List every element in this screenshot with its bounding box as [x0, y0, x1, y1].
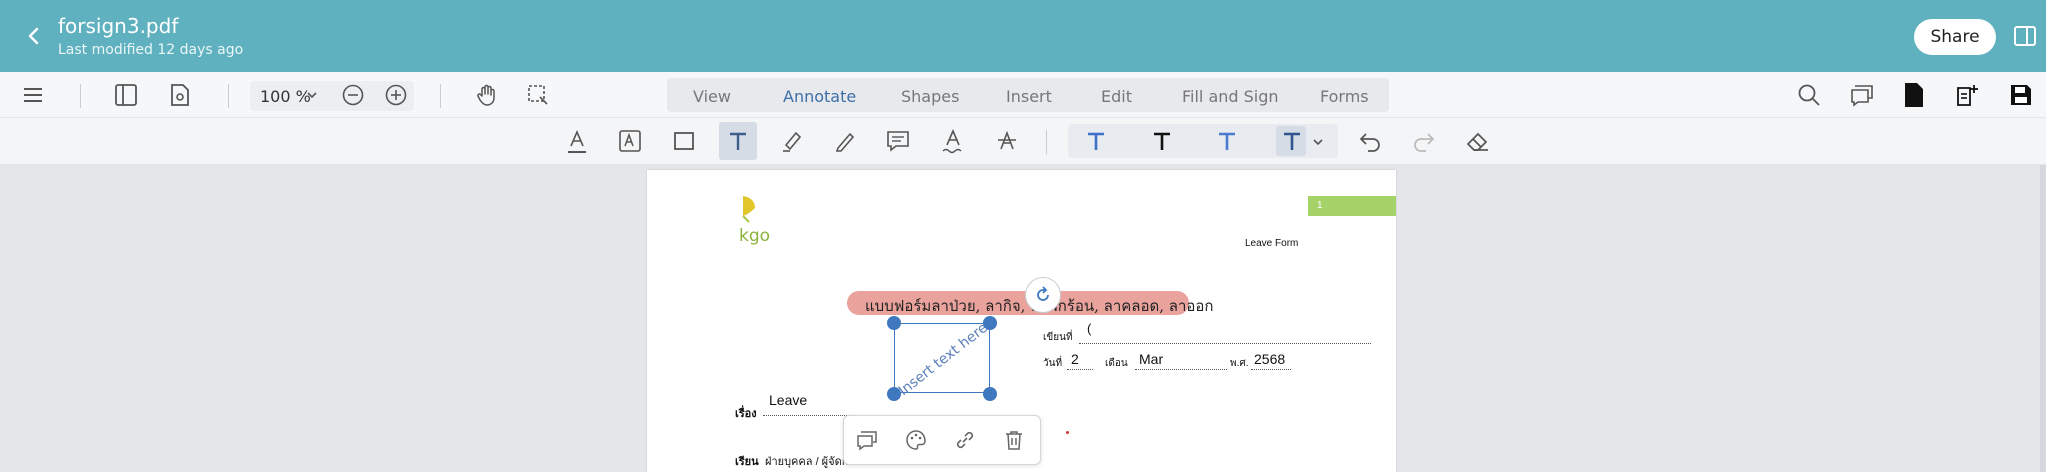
back-icon[interactable]	[22, 22, 46, 50]
year-label: พ.ศ.	[1230, 358, 1249, 369]
chevron-down-icon[interactable]	[306, 90, 318, 100]
zoom-level-dropdown[interactable]: 100 %	[260, 87, 311, 106]
subject-line	[763, 415, 853, 416]
written-at-field[interactable]: (	[1087, 321, 1091, 336]
share-button[interactable]: Share	[1914, 19, 1996, 55]
highlighter-icon[interactable]	[780, 129, 804, 153]
month-line	[1135, 369, 1227, 370]
app-header: forsign3.pdf Last modified 12 days ago S…	[0, 0, 2046, 72]
new-document-icon[interactable]	[1955, 83, 1979, 107]
annotate-toolbar	[0, 118, 2046, 165]
subject-field[interactable]: Leave	[769, 392, 807, 408]
select-area-icon[interactable]	[527, 84, 549, 106]
text-color-icon[interactable]	[565, 129, 589, 155]
undo-icon[interactable]	[1358, 130, 1382, 152]
tab-annotate[interactable]: Annotate	[783, 87, 856, 106]
form-type-label: Leave Form	[1245, 238, 1299, 249]
month-label: เดือน	[1105, 358, 1128, 369]
scrollbar[interactable]	[2040, 165, 2046, 472]
redo-icon[interactable]	[1412, 130, 1436, 152]
divider	[1046, 130, 1047, 154]
pen-icon[interactable]	[833, 129, 857, 153]
resize-handle-top-left[interactable]	[887, 316, 901, 330]
rotate-icon[interactable]	[1025, 277, 1061, 313]
annotation-context-menu	[843, 415, 1041, 465]
year-line	[1251, 369, 1291, 370]
squiggly-underline-icon[interactable]	[941, 129, 965, 155]
month-field[interactable]: Mar	[1139, 351, 1163, 367]
resize-handle-bottom-right[interactable]	[983, 387, 997, 401]
date-line	[1067, 369, 1093, 370]
tab-fill-and-sign[interactable]: Fill and Sign	[1182, 87, 1279, 106]
main-toolbar: 100 % View Annotate Shapes Insert Edit F…	[0, 72, 2046, 118]
comment-icon[interactable]	[886, 129, 910, 153]
date-label: วันที่	[1043, 358, 1063, 369]
to-label: เรียน	[735, 456, 759, 468]
text-style-light-blue-icon[interactable]	[1216, 130, 1238, 152]
tab-view[interactable]: View	[693, 87, 731, 106]
chevron-down-icon[interactable]	[1312, 137, 1324, 147]
free-text-icon[interactable]	[727, 130, 749, 152]
menu-icon[interactable]	[22, 85, 44, 105]
document-icon[interactable]	[1903, 82, 1925, 108]
text-box-icon[interactable]	[618, 129, 642, 153]
written-at-line	[1079, 343, 1371, 344]
resize-handle-top-right[interactable]	[983, 316, 997, 330]
eraser-icon[interactable]	[1466, 130, 1490, 152]
written-at-label: เขียนที่	[1043, 332, 1073, 343]
side-panel-icon[interactable]	[2014, 26, 2036, 51]
text-style-dark-blue-icon[interactable]	[1281, 130, 1303, 152]
red-dot	[1066, 431, 1069, 434]
to-field[interactable]: ฝ่ายบุคคล / ผู้จัดก	[765, 452, 848, 470]
page-settings-icon[interactable]	[170, 84, 190, 106]
trash-icon[interactable]	[1003, 429, 1025, 451]
pan-hand-icon[interactable]	[475, 83, 499, 107]
save-icon[interactable]	[2009, 83, 2033, 107]
palette-icon[interactable]	[905, 429, 927, 451]
tab-shapes[interactable]: Shapes	[901, 87, 959, 106]
tab-edit[interactable]: Edit	[1101, 87, 1132, 106]
zoom-in-icon[interactable]	[385, 84, 407, 106]
logo-text: kgo	[739, 226, 771, 246]
divider	[228, 84, 229, 108]
document-title: forsign3.pdf	[58, 14, 179, 38]
resize-handle-bottom-left[interactable]	[887, 387, 901, 401]
sidebar-toggle-icon[interactable]	[115, 84, 137, 106]
tab-insert[interactable]: Insert	[1006, 87, 1052, 106]
rectangle-icon[interactable]	[673, 130, 695, 152]
page-number: 1	[1317, 200, 1323, 211]
tab-forms[interactable]: Forms	[1320, 87, 1369, 106]
comments-icon[interactable]	[1849, 83, 1875, 107]
text-style-blue-icon[interactable]	[1085, 130, 1107, 152]
text-style-black-icon[interactable]	[1151, 130, 1173, 152]
last-modified-text: Last modified 12 days ago	[58, 42, 244, 58]
strikethrough-icon[interactable]	[995, 129, 1019, 153]
subject-label: เรื่อง	[735, 408, 757, 420]
zoom-out-icon[interactable]	[342, 84, 364, 106]
search-icon[interactable]	[1797, 83, 1821, 107]
comment-icon[interactable]	[856, 429, 878, 451]
date-field[interactable]: 2	[1071, 351, 1079, 367]
link-icon[interactable]	[954, 429, 976, 451]
year-field[interactable]: 2568	[1254, 351, 1285, 367]
divider	[440, 84, 441, 108]
divider	[80, 84, 81, 108]
